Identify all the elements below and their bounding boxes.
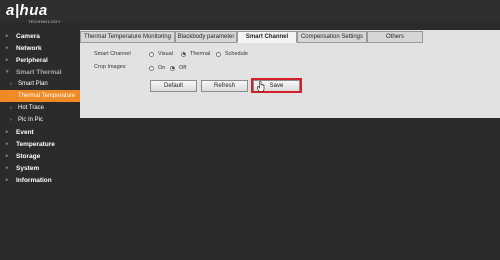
tab-smart-channel[interactable]: Smart Channel (237, 31, 297, 43)
radio-circle (149, 65, 154, 71)
sidebar-item-label: Network (16, 44, 42, 52)
radio-schedule[interactable]: Schedule (216, 51, 248, 57)
radio-label: Thermal (190, 51, 211, 57)
radio-circle (216, 51, 221, 57)
tab-compensation-settings[interactable]: Compensation Settings (297, 31, 367, 43)
sidebar-item-label: Peripheral (16, 56, 48, 64)
dahua-logo: a|hua TECHNOLOGY (6, 3, 61, 24)
radio-circle (149, 51, 154, 57)
chevron-right-icon: › (10, 105, 12, 111)
radio-label: Schedule (225, 51, 248, 57)
sidebar-item-pic-in-pic[interactable]: › Pic In Pic (0, 114, 80, 126)
sidebar-item-label: Pic In Pic (18, 117, 44, 123)
refresh-button[interactable]: Refresh (201, 80, 248, 92)
sidebar-item-hot-trace[interactable]: › Hot Trace (0, 102, 80, 114)
radio-on[interactable]: On (149, 65, 165, 71)
sidebar-item-information[interactable]: ▸ Information (0, 174, 80, 186)
radio-label: On (158, 65, 166, 71)
radio-label: Off (179, 65, 187, 71)
chevron-right-icon: ▸ (6, 177, 9, 183)
sidebar-item-temperature[interactable]: ▸ Temperature (0, 138, 80, 150)
chevron-right-icon: ▸ (6, 33, 9, 39)
chevron-right-icon: › (10, 81, 12, 87)
sidebar-item-label: Thermal Temperature (18, 93, 76, 99)
sidebar-item-camera[interactable]: ▸ Camera (0, 30, 80, 42)
sidebar-item-thermal-temperature[interactable]: › Thermal Temperature (0, 90, 80, 102)
sidebar-item-event[interactable]: ▸ Event (0, 126, 80, 138)
sidebar-item-peripheral[interactable]: ▸ Peripheral (0, 54, 80, 66)
sidebar-item-label: Smart Plan (18, 81, 48, 87)
radio-off[interactable]: Off (170, 65, 186, 71)
chevron-right-icon: ▸ (6, 129, 9, 135)
sidebar-item-network[interactable]: ▸ Network (0, 42, 80, 54)
chevron-right-icon: › (10, 93, 12, 99)
radio-circle-selected (170, 65, 175, 71)
chevron-right-icon: ▸ (6, 165, 9, 171)
sidebar-item-label: Information (16, 176, 52, 184)
default-button[interactable]: Default (150, 80, 197, 92)
radio-circle-selected (181, 51, 186, 57)
chevron-right-icon: ▸ (6, 153, 9, 159)
chevron-right-icon: › (10, 117, 12, 123)
hand-cursor-icon (257, 81, 265, 92)
sidebar-item-label: Hot Trace (18, 105, 45, 111)
settings-panel (80, 30, 500, 118)
sidebar-item-smart-thermal[interactable]: ▾ Smart Thermal (0, 66, 80, 78)
sidebar-item-label: System (16, 164, 40, 172)
chevron-right-icon: ▸ (6, 57, 9, 63)
logo-wordmark: a|hua (6, 2, 48, 19)
smart-channel-label: Smart Channel (94, 51, 131, 57)
tab-others[interactable]: Others (367, 31, 423, 43)
sidebar-item-label: Camera (16, 32, 40, 40)
chevron-down-icon: ▾ (6, 69, 9, 75)
sidebar-item-storage[interactable]: ▸ Storage (0, 150, 80, 162)
tab-bar: Thermal Temperature Monitoring Blackbody… (80, 31, 423, 43)
tab-thermal-temperature-monitoring[interactable]: Thermal Temperature Monitoring (80, 31, 175, 43)
sidebar: ▸ Camera ▸ Network ▸ Peripheral ▾ Smart Ther… (0, 30, 80, 186)
sidebar-item-smart-plan[interactable]: › Smart Plan (0, 78, 80, 90)
radio-visual[interactable]: Visual (149, 51, 173, 57)
logo-tagline: TECHNOLOGY (28, 19, 62, 24)
tab-blackbody-parameter[interactable]: Blackbody parameter (175, 31, 237, 43)
sidebar-item-label: Event (16, 128, 34, 136)
radio-thermal[interactable]: Thermal (181, 51, 210, 57)
top-bar: a|hua TECHNOLOGY (0, 0, 500, 24)
sidebar-item-label: Storage (16, 152, 41, 160)
radio-label: Visual (158, 51, 173, 57)
sidebar-item-label: Smart Thermal (16, 68, 62, 76)
sidebar-item-system[interactable]: ▸ System (0, 162, 80, 174)
chevron-right-icon: ▸ (6, 45, 9, 51)
sidebar-item-label: Temperature (16, 140, 55, 148)
chevron-right-icon: ▸ (6, 141, 9, 147)
crop-images-label: Crop Images (94, 64, 126, 70)
